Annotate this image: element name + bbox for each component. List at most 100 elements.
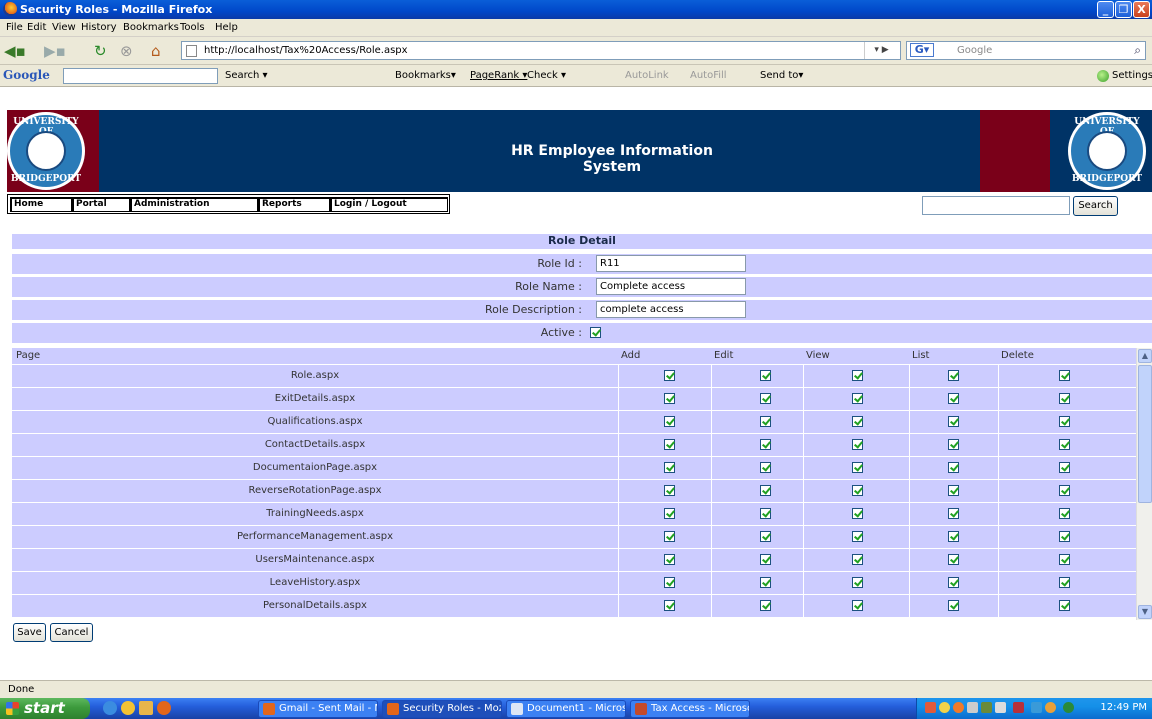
tray-icon-3[interactable] (953, 702, 964, 713)
back-icon[interactable]: ◀▪ (4, 42, 26, 60)
save-button[interactable]: Save (13, 623, 46, 642)
search-box[interactable]: G▾ Google ⌕ (906, 41, 1146, 60)
list-checkbox[interactable] (948, 462, 959, 473)
delete-checkbox[interactable] (1059, 531, 1070, 542)
view-checkbox[interactable] (852, 554, 863, 565)
scroll-down-icon[interactable]: ▼ (1138, 605, 1152, 619)
scrollbar-thumb[interactable] (1138, 365, 1152, 503)
list-checkbox[interactable] (948, 531, 959, 542)
add-checkbox[interactable] (664, 600, 675, 611)
firefox-quicklaunch-icon[interactable] (157, 701, 171, 715)
edit-checkbox[interactable] (760, 416, 771, 427)
edit-checkbox[interactable] (760, 370, 771, 381)
menu-history[interactable]: History (81, 22, 117, 33)
start-button[interactable]: start (0, 698, 90, 719)
site-menu-portal[interactable]: Portal (72, 197, 130, 212)
add-checkbox[interactable] (664, 416, 675, 427)
edit-checkbox[interactable] (760, 531, 771, 542)
edit-checkbox[interactable] (760, 577, 771, 588)
edit-checkbox[interactable] (760, 554, 771, 565)
edit-checkbox[interactable] (760, 462, 771, 473)
autolink-button[interactable]: AutoLink (625, 70, 669, 81)
view-checkbox[interactable] (852, 508, 863, 519)
menu-view[interactable]: View (52, 22, 76, 33)
tray-icon-10[interactable] (1063, 702, 1074, 713)
grid-scrollbar[interactable]: ▲ ▼ (1136, 348, 1152, 620)
maximize-button[interactable]: ❐ (1115, 1, 1132, 18)
google-search-button[interactable]: Search ▾ (225, 70, 268, 81)
delete-checkbox[interactable] (1059, 416, 1070, 427)
delete-checkbox[interactable] (1059, 600, 1070, 611)
google-toolbar-input[interactable] (63, 68, 218, 84)
autofill-button[interactable]: AutoFill (690, 70, 727, 81)
add-checkbox[interactable] (664, 531, 675, 542)
task-security-roles[interactable]: Security Roles - Mozill... (382, 700, 502, 718)
task-gmail[interactable]: Gmail - Sent Mail - Mo... (258, 700, 378, 718)
view-checkbox[interactable] (852, 485, 863, 496)
list-checkbox[interactable] (948, 577, 959, 588)
list-checkbox[interactable] (948, 370, 959, 381)
spellcheck-button[interactable]: Check ▾ (527, 70, 566, 81)
site-menu-login-logout[interactable]: Login / Logout (330, 197, 448, 212)
menu-edit[interactable]: Edit (27, 22, 46, 33)
list-checkbox[interactable] (948, 508, 959, 519)
bookmarks-button[interactable]: Bookmarks▾ (395, 70, 456, 81)
settings-icon[interactable] (1097, 70, 1109, 82)
edit-checkbox[interactable] (760, 485, 771, 496)
add-checkbox[interactable] (664, 485, 675, 496)
url-bar[interactable]: http://localhost/Tax%20Access/Role.aspx … (181, 41, 901, 60)
reload-icon[interactable]: ↻ (94, 42, 107, 60)
view-checkbox[interactable] (852, 577, 863, 588)
view-checkbox[interactable] (852, 600, 863, 611)
list-checkbox[interactable] (948, 554, 959, 565)
list-checkbox[interactable] (948, 485, 959, 496)
site-menu-home[interactable]: Home (10, 197, 72, 212)
add-checkbox[interactable] (664, 393, 675, 404)
site-menu-reports[interactable]: Reports (258, 197, 330, 212)
site-search-button[interactable]: Search (1073, 196, 1118, 216)
folder-quicklaunch-icon[interactable] (139, 701, 153, 715)
delete-checkbox[interactable] (1059, 554, 1070, 565)
task-document1[interactable]: Document1 - Microsof... (506, 700, 626, 718)
edit-checkbox[interactable] (760, 508, 771, 519)
edit-checkbox[interactable] (760, 600, 771, 611)
add-checkbox[interactable] (664, 554, 675, 565)
delete-checkbox[interactable] (1059, 439, 1070, 450)
active-checkbox[interactable] (590, 327, 601, 338)
role-id-field[interactable]: R11 (596, 255, 746, 272)
view-checkbox[interactable] (852, 439, 863, 450)
role-name-field[interactable]: Complete access (596, 278, 746, 295)
role-description-field[interactable]: complete access (596, 301, 746, 318)
edit-checkbox[interactable] (760, 393, 771, 404)
pagerank-button[interactable]: PageRank ▾ (470, 70, 527, 81)
go-arrow-icon[interactable]: ▾ ▶ (864, 42, 898, 59)
tray-icon-2[interactable] (939, 702, 950, 713)
stop-icon[interactable]: ⊗ (120, 42, 133, 60)
cancel-button[interactable]: Cancel (50, 623, 93, 642)
list-checkbox[interactable] (948, 416, 959, 427)
tray-icon-6[interactable] (995, 702, 1006, 713)
tray-icon-5[interactable] (981, 702, 992, 713)
menu-bookmarks[interactable]: Bookmarks (123, 22, 179, 33)
forward-icon[interactable]: ▶▪ (44, 42, 66, 60)
google-engine-icon[interactable]: G▾ (910, 43, 934, 57)
tray-icon-7[interactable] (1013, 702, 1024, 713)
tray-icon-8[interactable] (1031, 702, 1042, 713)
view-checkbox[interactable] (852, 531, 863, 542)
view-checkbox[interactable] (852, 416, 863, 427)
delete-checkbox[interactable] (1059, 508, 1070, 519)
edit-checkbox[interactable] (760, 439, 771, 450)
menu-tools[interactable]: Tools (180, 22, 205, 33)
scroll-up-icon[interactable]: ▲ (1138, 349, 1152, 363)
delete-checkbox[interactable] (1059, 577, 1070, 588)
add-checkbox[interactable] (664, 577, 675, 588)
search-icon[interactable]: ⌕ (1134, 43, 1141, 58)
task-tax-access[interactable]: Tax Access - Microsof... (630, 700, 750, 718)
delete-checkbox[interactable] (1059, 485, 1070, 496)
view-checkbox[interactable] (852, 462, 863, 473)
home-icon[interactable]: ⌂ (151, 42, 161, 60)
menu-file[interactable]: File (6, 22, 23, 33)
add-checkbox[interactable] (664, 439, 675, 450)
site-search-input[interactable] (922, 196, 1070, 215)
view-checkbox[interactable] (852, 370, 863, 381)
